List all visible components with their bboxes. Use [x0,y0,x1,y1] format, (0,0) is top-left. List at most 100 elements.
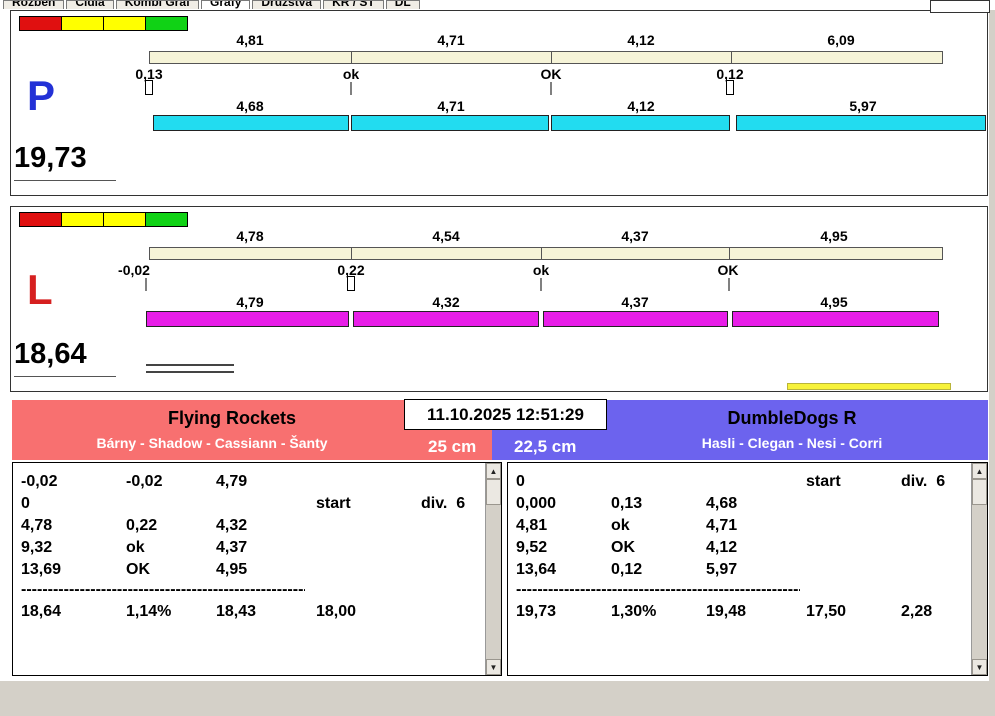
tab-label: KR / ST [332,0,375,9]
tab-label: Kombi Graf [124,0,191,9]
dog-names: Hasli - Clegan - Nesi - Corri [701,435,883,451]
tab-rozbeh[interactable]: Rozbeh [3,0,65,9]
table-row: 13,69 OK 4,95 [13,559,484,581]
table-cell: 0,22 [126,517,158,534]
sector-segment [542,248,730,259]
table-cell [316,515,421,537]
tab-cidla[interactable]: Cidla [66,0,114,9]
vertical-scrollbar[interactable]: ▲ ▼ [971,463,987,675]
table-cell: 1,30% [611,603,657,620]
table-cell [706,471,806,493]
table-cell [421,601,484,623]
change-marker-tick [540,278,542,291]
change-marker-box [726,80,734,95]
table-row: 0 start div. 6 [508,471,970,493]
dog-run-bar [146,311,349,327]
table-cell: 9,52 [516,539,548,556]
table-row: -0,02 -0,02 4,79 [13,471,484,493]
change-time-label: -0,02 [118,262,150,278]
table-cell: start [316,495,351,512]
table-cell: 9,32 [21,539,53,556]
traffic-yellow-cell [103,212,146,227]
tab-label: Rozbeh [12,0,56,9]
table-cell [421,515,484,537]
scroll-down-button[interactable]: ▼ [972,659,987,675]
tab-druzstva[interactable]: Družstva [252,0,322,9]
dog-run-bar [153,115,349,131]
scroll-up-button[interactable]: ▲ [486,463,501,479]
separator-line: ----------------------------------------… [516,581,800,598]
sector-segment [150,52,352,63]
table-cell: 17,50 [806,603,847,620]
team-name: DumbleDogs R [727,408,857,428]
table-cell [611,471,706,493]
split-time-label: 4,78 [236,228,264,244]
sector-segment [150,248,352,259]
table-cell: div. 6 [901,473,946,490]
sector-segment [552,52,732,63]
change-marker-tick [145,278,147,291]
timestamp: 11.10.2025 12:51:29 [404,399,607,430]
results-table: 0 start div. 6 0,000 0,13 4,68 4,81 ok 4… [508,471,970,623]
scroll-down-button[interactable]: ▼ [486,659,501,675]
vertical-scrollbar[interactable]: ▲ ▼ [485,463,501,675]
table-cell [421,537,484,559]
change-time-label: OK [540,66,562,82]
table-cell: 2,28 [901,603,933,620]
table-cell: 19,48 [706,603,747,620]
traffic-red-cell [19,16,62,31]
table-row: 4,78 0,22 4,32 [13,515,484,537]
scrollbar-thumb[interactable] [486,479,501,505]
change-time-label: OK [717,262,739,278]
tab-kr-st[interactable]: KR / ST [323,0,384,9]
table-cell [806,493,901,515]
lane-panel-l: L 4,78 4,54 4,37 4,95 -0,02 0,22 ok OK 4… [10,206,988,392]
change-marker-tick [550,82,552,95]
dog-run-bar [732,311,939,327]
table-cell [901,537,970,559]
traffic-green-cell [145,212,188,227]
tab-bar: Rozbeh Cidla Kombi Graf Grafy Družstva K… [3,0,422,9]
tab-grafy[interactable]: Grafy [201,0,251,9]
table-cell: ok [611,517,630,534]
table-cell [806,537,901,559]
table-cell: OK [126,561,150,578]
table-cell: 0 [516,473,525,490]
window-bottom-strip [0,681,995,716]
dog-time-label: 4,95 [820,294,848,310]
table-cell: start [806,473,841,490]
dog-time-label: 4,68 [236,98,264,114]
table-cell: 0,12 [611,561,643,578]
table-cell [806,559,901,581]
table-row: 13,64 0,12 5,97 [508,559,970,581]
dog-time-label: 4,12 [627,98,655,114]
scrollbar-thumb[interactable] [972,479,987,505]
table-row: 4,81 ok 4,71 [508,515,970,537]
dog-run-bar [543,311,728,327]
table-cell: -0,02 [126,473,163,490]
results-panel-right: 0 start div. 6 0,000 0,13 4,68 4,81 ok 4… [507,462,988,676]
table-cell: 4,79 [216,473,248,490]
dog-time-label: 4,32 [432,294,460,310]
change-marker-tick [350,82,352,95]
table-cell [901,515,970,537]
table-cell: -0,02 [21,473,58,490]
scroll-up-icon: ▲ [489,467,498,476]
lane-letter: P [27,72,56,119]
tab-label: Grafy [210,0,242,9]
traffic-yellow-cell [103,16,146,31]
lane-letter: L [27,266,53,313]
empty-progress-stub [146,364,234,373]
tab-kombi-graf[interactable]: Kombi Graf [115,0,200,9]
change-marker-box [347,276,355,291]
tab-dl[interactable]: DL [385,0,420,9]
lane-total-time: 19,73 [14,144,116,181]
start-traffic-light [19,212,188,227]
table-cell: 5,97 [706,561,738,578]
dog-time-label: 4,71 [437,98,465,114]
scroll-up-button[interactable]: ▲ [972,463,987,479]
change-marker-box [145,80,153,95]
table-cell [126,493,216,515]
table-cell: 19,73 [516,603,557,620]
traffic-yellow-cell [61,16,104,31]
